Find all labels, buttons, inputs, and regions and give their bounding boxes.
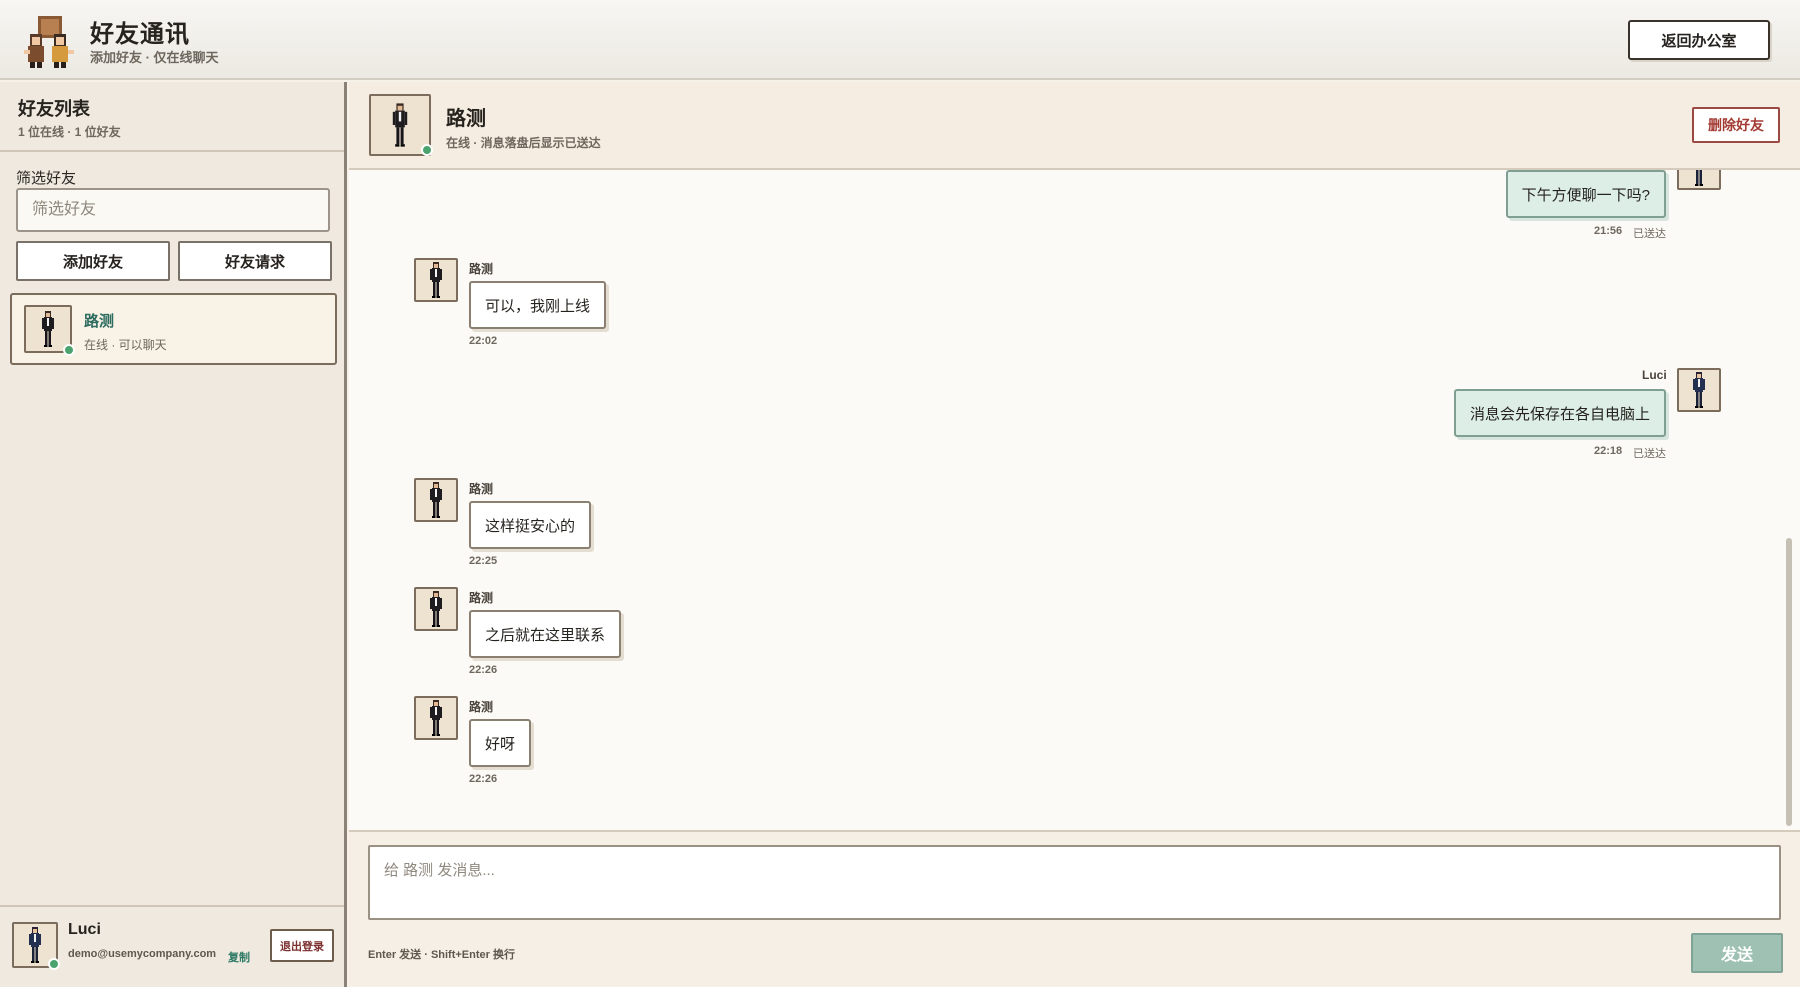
message-sender: 路测	[469, 482, 494, 496]
friends-sidebar: 好友列表 1 位在线 · 1 位好友 筛选好友 添加好友 好友请求 路测 在线 …	[0, 82, 347, 987]
online-status-dot	[63, 344, 75, 356]
message-time: 22:25	[469, 555, 498, 567]
divider	[0, 150, 344, 152]
friends-count: 1 位在线 · 1 位好友	[18, 125, 121, 139]
pixel-person-icon	[430, 262, 442, 298]
message-scrollbar[interactable]	[1786, 170, 1794, 830]
message-list[interactable]: 下午方便聊一下吗? 21:56 已送达 路测 可以，我刚上线 22:02 Luc…	[349, 170, 1800, 830]
send-button[interactable]: 发送	[1691, 933, 1783, 973]
message-bubble-outgoing: 下午方便聊一下吗?	[1505, 170, 1666, 218]
message-sender: 路测	[469, 262, 494, 276]
message-time: 22:26	[469, 664, 498, 676]
online-status-dot	[421, 144, 433, 156]
message-bubble-outgoing: 消息会先保存在各自电脑上	[1453, 389, 1666, 437]
pixel-person-icon	[1693, 170, 1705, 186]
filter-label: 筛选好友	[16, 170, 77, 187]
pixel-person-icon	[42, 311, 54, 347]
avatar	[414, 587, 458, 631]
pixel-person-icon	[1693, 372, 1705, 408]
message-sender: 路测	[469, 700, 494, 714]
chat-partner-status: 在线 · 消息落盘后显示已送达	[446, 136, 601, 150]
chat-partner-name: 路测	[446, 108, 486, 130]
message-bubble-incoming: 之后就在这里联系	[469, 610, 622, 658]
message-bubble-incoming: 可以，我刚上线	[469, 281, 607, 329]
current-user-email: demo@usemycompany.com	[68, 948, 217, 960]
app-subtitle: 添加好友 · 仅在线聊天	[90, 50, 219, 65]
app-logo-icon	[24, 12, 76, 68]
scrollbar-thumb[interactable]	[1786, 538, 1792, 826]
pixel-person-icon	[392, 103, 408, 147]
message-composer: Enter 发送 · Shift+Enter 换行 发送	[349, 830, 1800, 987]
online-status-dot	[48, 958, 60, 970]
avatar	[414, 258, 458, 302]
message-time: 22:18	[1594, 445, 1623, 457]
message-time: 22:02	[469, 335, 498, 347]
delivery-status: 已送达	[1633, 448, 1666, 460]
friend-name: 路测	[84, 313, 115, 330]
delete-friend-button[interactable]: 删除好友	[1692, 107, 1780, 143]
friend-list-item[interactable]: 路测 在线 · 可以聊天	[10, 293, 337, 365]
friends-list-title: 好友列表	[18, 99, 90, 119]
delivery-status: 已送达	[1633, 228, 1666, 240]
avatar	[414, 696, 458, 740]
message-bubble-incoming: 这样挺安心的	[469, 501, 592, 549]
filter-friends-input[interactable]	[16, 188, 330, 232]
message-input[interactable]	[368, 845, 1781, 920]
avatar	[414, 478, 458, 522]
message-time: 22:26	[469, 773, 498, 785]
copy-email-link[interactable]: 复制	[228, 949, 250, 965]
chat-header: 路测 在线 · 消息落盘后显示已送达 删除好友	[349, 82, 1800, 170]
friend-status: 在线 · 可以聊天	[84, 338, 167, 352]
logout-button[interactable]: 退出登录	[270, 929, 334, 962]
pixel-person-icon	[430, 700, 442, 736]
back-to-office-button[interactable]: 返回办公室	[1628, 20, 1770, 60]
message-sender: 路测	[469, 591, 494, 605]
message-time: 21:56	[1594, 225, 1623, 237]
add-friend-button[interactable]: 添加好友	[16, 241, 170, 281]
friend-requests-button[interactable]: 好友请求	[178, 241, 332, 281]
avatar	[1677, 368, 1721, 412]
keyboard-hint: Enter 发送 · Shift+Enter 换行	[368, 949, 515, 961]
pixel-person-icon	[430, 591, 442, 627]
pixel-person-icon	[430, 482, 442, 518]
app-title: 好友通讯	[90, 21, 190, 48]
app-header: 好友通讯 添加好友 · 仅在线聊天 返回办公室	[0, 0, 1800, 80]
message-sender: Luci	[1642, 368, 1667, 382]
message-bubble-incoming: 好呀	[469, 719, 532, 767]
avatar	[1677, 170, 1721, 190]
current-user-name: Luci	[68, 921, 101, 938]
